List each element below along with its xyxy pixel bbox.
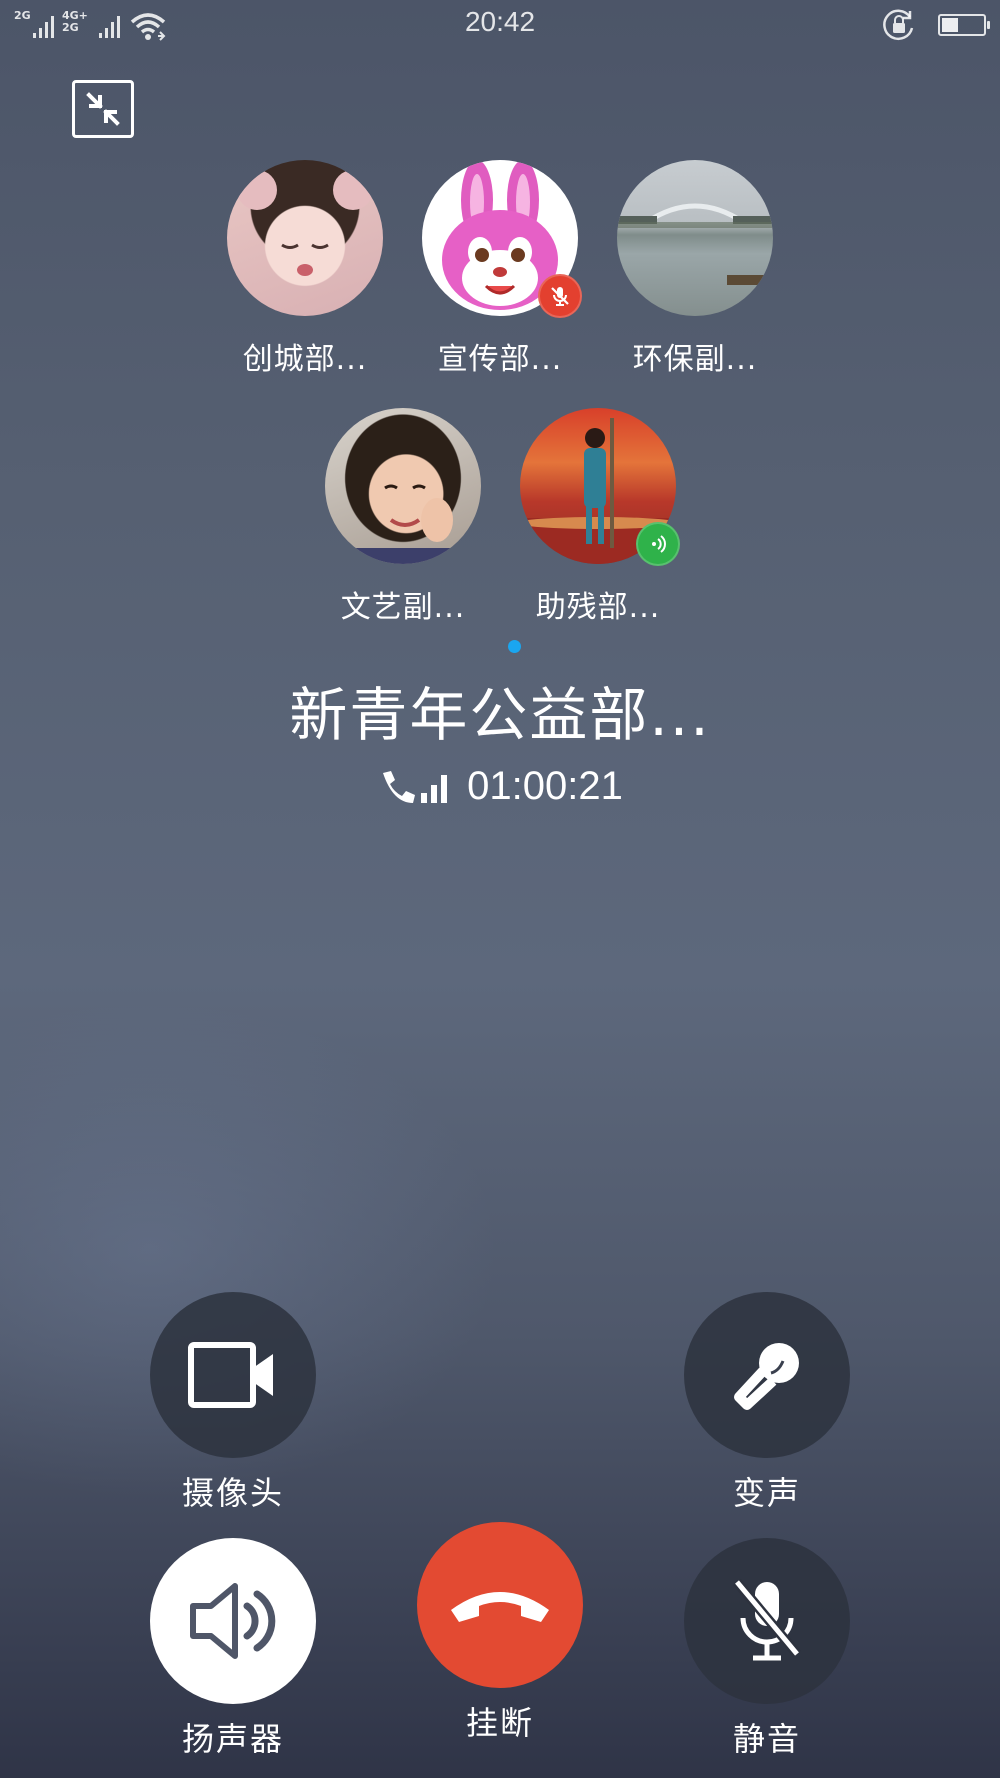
call-quality-icon <box>383 770 448 803</box>
camera-control[interactable]: 摄像头 <box>133 1292 333 1514</box>
mic-off-icon <box>551 287 569 306</box>
participant-3[interactable]: 环保副... <box>605 160 785 378</box>
camera-button[interactable] <box>150 1292 316 1458</box>
microphone-effect-icon <box>734 1343 799 1410</box>
mic-off-icon <box>733 1578 801 1661</box>
hang-up-phone-icon <box>451 1592 549 1622</box>
speaking-icon <box>652 535 666 553</box>
hangup-control[interactable]: 挂断 <box>400 1522 600 1744</box>
video-camera-icon <box>188 1342 273 1408</box>
speaker-control[interactable]: 扬声器 <box>133 1538 333 1760</box>
voice-changer-label: 变声 <box>732 1474 801 1512</box>
participant-name: 宣传部... <box>437 342 563 377</box>
participant-name: 文艺副... <box>340 590 466 625</box>
call-duration: 01:00:21 <box>467 764 623 808</box>
muted-badge <box>538 274 582 318</box>
minimize-icon <box>86 92 120 126</box>
battery-fill <box>942 18 958 32</box>
voice-changer-control[interactable]: 变声 <box>667 1292 867 1514</box>
avatar <box>227 160 383 316</box>
minimize-button[interactable] <box>72 80 134 138</box>
battery-icon <box>938 14 990 36</box>
avatar <box>617 160 773 316</box>
group-call-title: 新青年公益部... <box>289 681 711 749</box>
call-status: 01:00:21 <box>0 764 1000 809</box>
camera-label: 摄像头 <box>181 1474 284 1512</box>
status-time: 20:42 <box>464 6 536 37</box>
participant-name: 助残部... <box>535 590 661 625</box>
mute-button[interactable] <box>684 1538 850 1704</box>
participant-1[interactable]: 创城部... <box>215 160 395 378</box>
participant-5[interactable]: 助残部... <box>508 408 688 626</box>
rotation-lock-icon <box>883 9 914 41</box>
speaking-badge <box>636 522 680 566</box>
status-bar: 2G 4G+ 2G 20:42 <box>0 0 1000 52</box>
voice-changer-button[interactable] <box>684 1292 850 1458</box>
participant-2[interactable]: 宣传部... <box>410 160 590 378</box>
speaker-icon <box>190 1583 276 1659</box>
speaker-label: 扬声器 <box>181 1720 284 1758</box>
mute-control[interactable]: 静音 <box>667 1538 867 1760</box>
participant-4[interactable]: 文艺副... <box>313 408 493 626</box>
hangup-button[interactable] <box>417 1522 583 1688</box>
page-indicator <box>508 640 521 653</box>
mute-label: 静音 <box>732 1720 801 1758</box>
status-right <box>882 8 990 42</box>
participant-name: 环保副... <box>632 342 758 377</box>
participant-name: 创城部... <box>242 342 368 377</box>
avatar <box>325 408 481 564</box>
hangup-label: 挂断 <box>465 1704 534 1742</box>
speaker-button[interactable] <box>150 1538 316 1704</box>
